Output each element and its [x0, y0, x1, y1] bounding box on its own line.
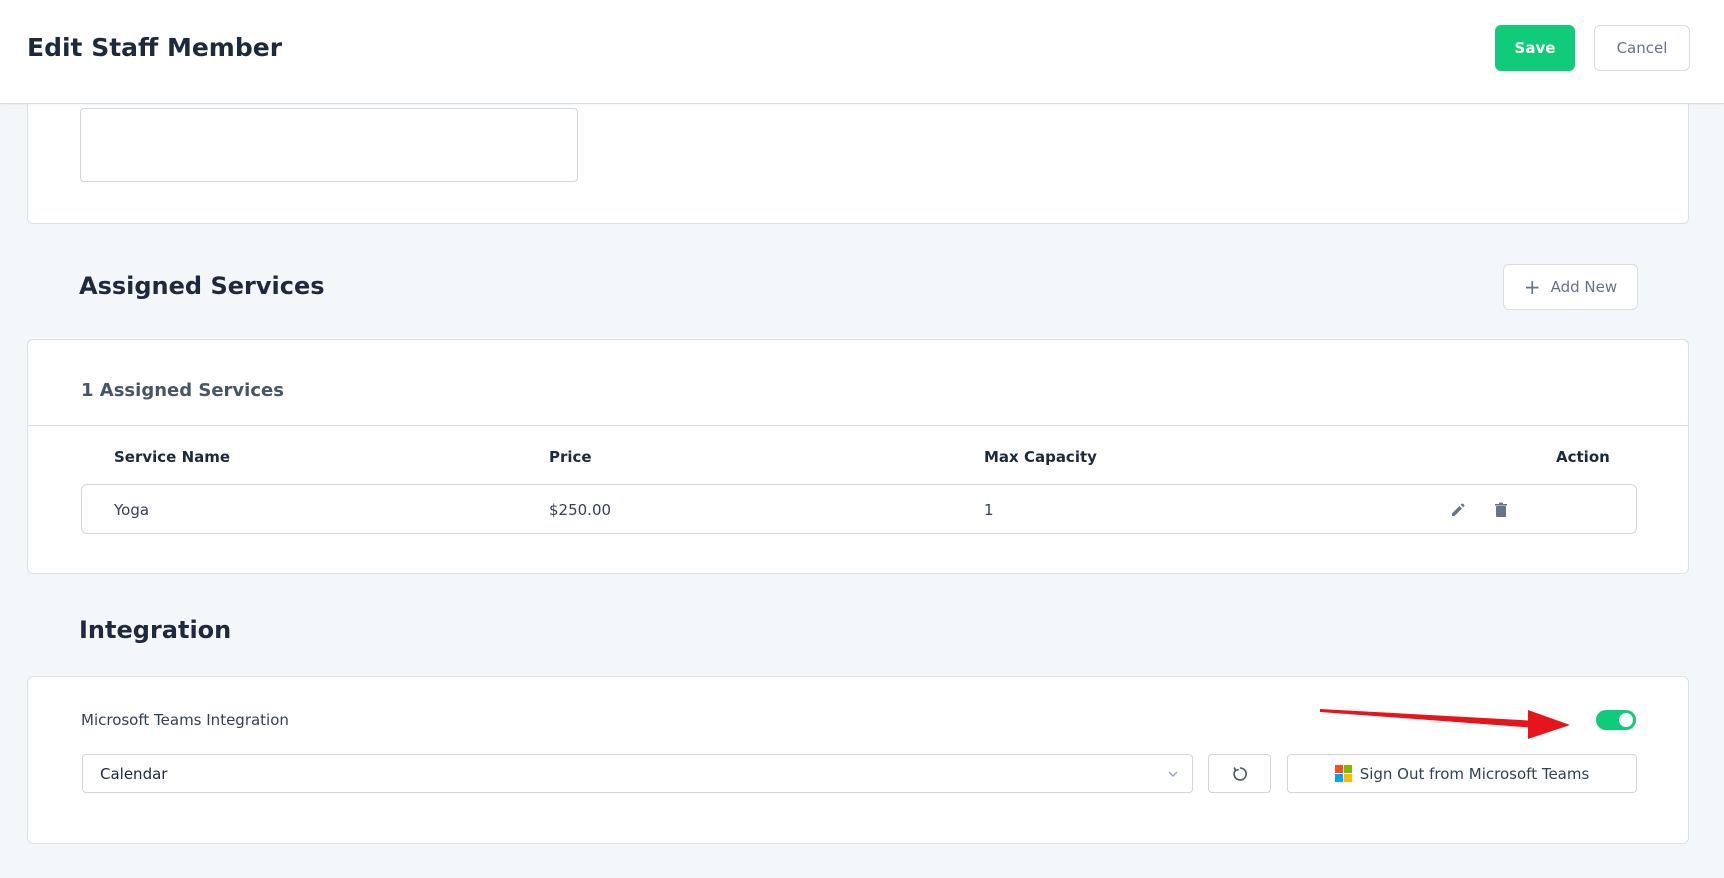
sign-out-teams-button[interactable]: Sign Out from Microsoft Teams: [1287, 754, 1637, 793]
column-header-service-name: Service Name: [114, 448, 231, 466]
column-header-max-capacity: Max Capacity: [984, 448, 1097, 466]
toggle-knob: [1619, 713, 1633, 727]
table-row: Yoga $250.00 1: [81, 484, 1637, 534]
services-count: 1 Assigned Services: [81, 380, 284, 401]
assigned-services-card: 1 Assigned Services Service Name Price M…: [27, 339, 1689, 574]
page-title: Edit Staff Member: [27, 33, 283, 62]
service-name-cell: Yoga: [114, 501, 150, 519]
column-header-price: Price: [549, 448, 592, 466]
chevron-down-icon: [1168, 771, 1178, 777]
add-new-label: Add New: [1550, 278, 1618, 296]
divider: [28, 425, 1688, 426]
pencil-icon[interactable]: [1447, 499, 1469, 521]
edit-staff-page: Edit Staff Member Save Cancel Assigned S…: [0, 0, 1724, 878]
refresh-icon: [1232, 766, 1247, 781]
integration-title: Integration: [79, 616, 232, 644]
teams-integration-label: Microsoft Teams Integration: [81, 711, 289, 729]
max-capacity-cell: 1: [984, 501, 994, 519]
calendar-select-value: Calendar: [100, 765, 168, 783]
calendar-select[interactable]: Calendar: [82, 754, 1193, 793]
plus-icon: +: [1523, 275, 1541, 299]
sign-out-label: Sign Out from Microsoft Teams: [1359, 764, 1590, 783]
column-header-action: Action: [1556, 448, 1610, 466]
trash-icon[interactable]: [1490, 499, 1512, 521]
save-button[interactable]: Save: [1495, 25, 1575, 71]
cancel-button[interactable]: Cancel: [1594, 25, 1690, 71]
assigned-services-title: Assigned Services: [79, 272, 325, 300]
microsoft-logo-icon: [1334, 765, 1352, 782]
page-header: Edit Staff Member Save Cancel: [0, 0, 1724, 104]
annotation-arrow-icon: [1320, 709, 1570, 739]
teams-integration-toggle[interactable]: [1596, 710, 1636, 730]
refresh-calendars-button[interactable]: [1208, 754, 1271, 793]
price-cell: $250.00: [549, 501, 612, 519]
notes-textarea[interactable]: [80, 108, 578, 182]
add-new-service-button[interactable]: + Add New: [1503, 264, 1638, 310]
